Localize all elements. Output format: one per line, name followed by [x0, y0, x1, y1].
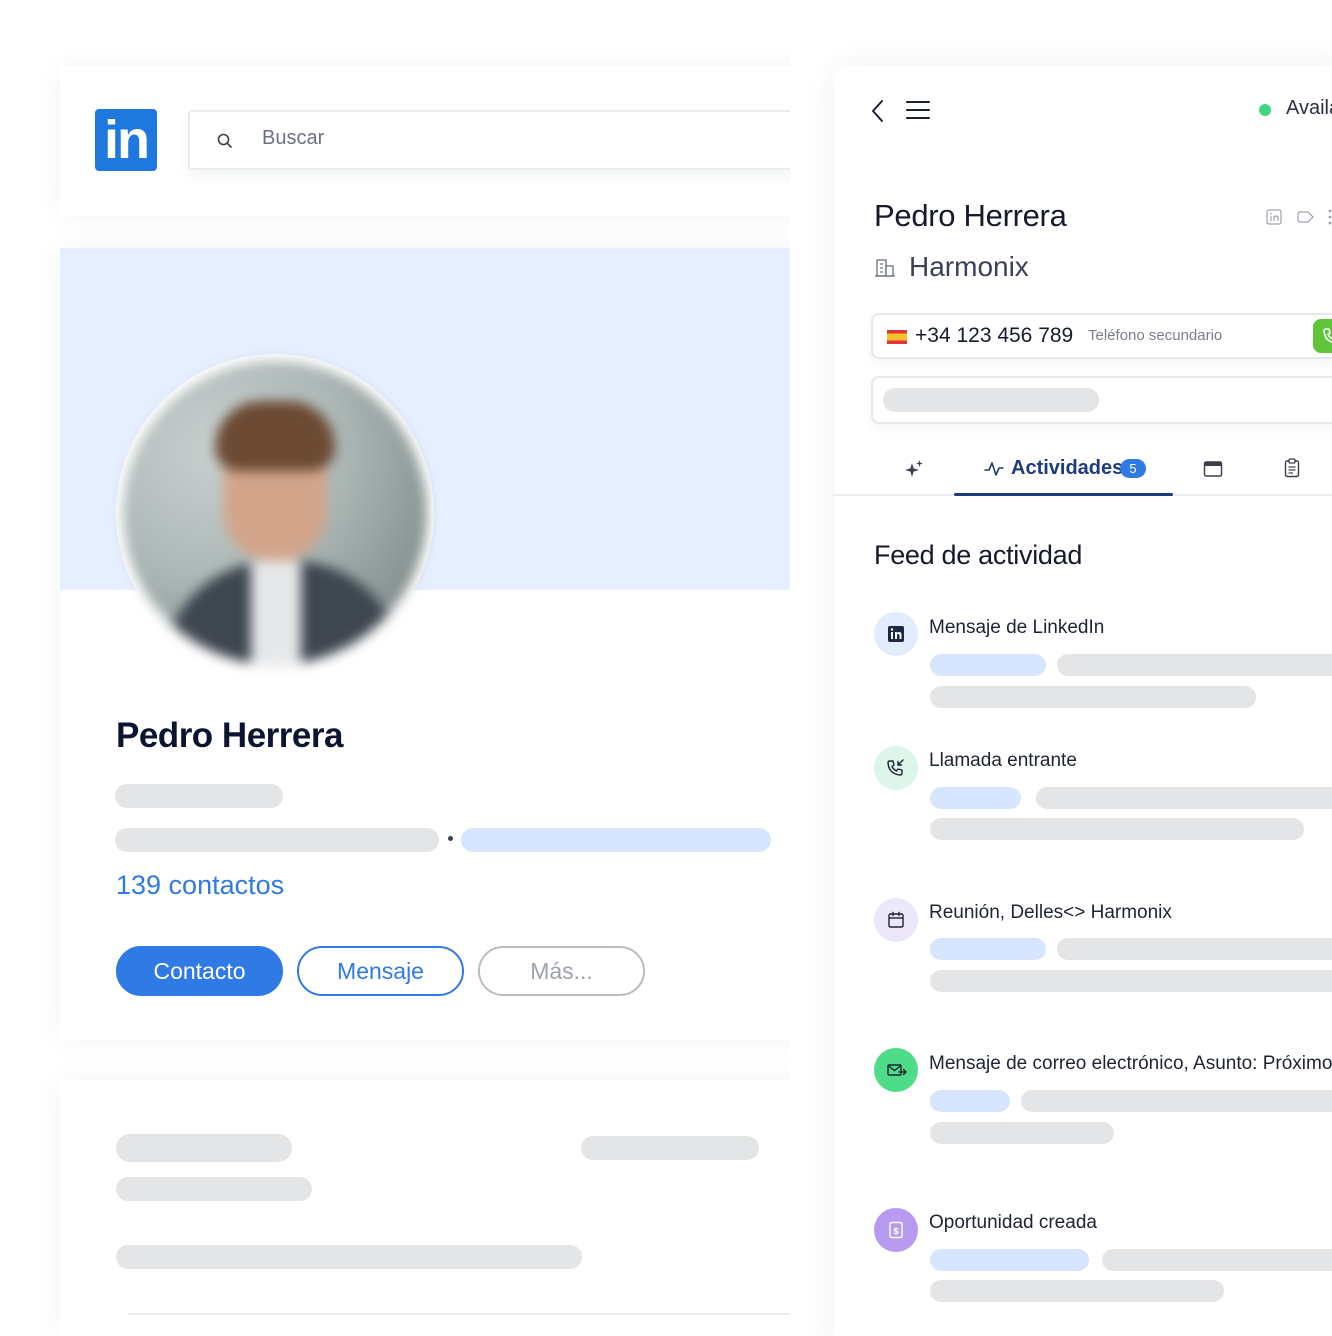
skeleton-feed-text — [1102, 1249, 1332, 1271]
hamburger-menu-icon[interactable] — [906, 100, 930, 120]
profile-section-card — [60, 1080, 790, 1336]
feed-title: Feed de actividad — [874, 540, 1083, 570]
skeleton-feed-text — [930, 970, 1332, 992]
skeleton-feed-text — [930, 1122, 1114, 1144]
profile-card: Pedro Herrera 139 contactos Contacto Men… — [60, 248, 790, 1040]
feed-item-icon-opportunity: $ — [874, 1208, 918, 1252]
back-arrow-icon[interactable] — [868, 98, 888, 124]
tag-icon[interactable] — [1297, 210, 1315, 224]
spain-flag-icon — [887, 330, 907, 344]
message-button[interactable]: Mensaje — [297, 946, 464, 996]
skeleton-feed-text — [1057, 938, 1332, 960]
company-name[interactable]: Harmonix — [909, 251, 1029, 283]
sparkle-icon[interactable] — [904, 459, 924, 479]
contact-name: Pedro Herrera — [874, 198, 1067, 233]
skeleton-headline — [115, 784, 283, 808]
linkedin-icon[interactable] — [1266, 209, 1282, 225]
contact-button[interactable]: Contacto — [116, 946, 283, 996]
phone-number: +34 123 456 789 — [915, 324, 1074, 347]
skeleton-feed-text — [930, 818, 1304, 840]
skeleton-section-subtitle — [116, 1177, 312, 1201]
feed-item-icon-linkedin — [874, 612, 918, 656]
skeleton-field-value — [883, 388, 1099, 412]
linkedin-icon — [888, 626, 904, 642]
profile-photo — [123, 361, 427, 665]
divider — [128, 1313, 790, 1315]
feed-item-icon-meeting — [874, 898, 918, 942]
feed-item-label[interactable]: Mensaje de correo electrónico, Asunto: P… — [929, 1053, 1332, 1075]
svg-text:$: $ — [893, 1227, 899, 1237]
active-tab-indicator — [954, 493, 1173, 496]
status-indicator-dot — [1259, 104, 1271, 116]
clipboard-icon[interactable] — [1284, 458, 1300, 478]
skeleton-contact-info-link — [461, 828, 771, 852]
search-bar[interactable]: Buscar — [188, 110, 790, 170]
incoming-call-icon — [887, 759, 904, 776]
skeleton-feed-text — [1021, 1090, 1332, 1112]
skeleton-feed-date — [930, 1090, 1010, 1112]
feed-item-label[interactable]: Mensaje de LinkedIn — [929, 617, 1104, 639]
feed-item-icon-call — [874, 746, 918, 790]
dollar-doc-icon: $ — [889, 1221, 903, 1239]
linkedin-profile-window: in Buscar Pedro Herrera 139 contactos Co… — [0, 0, 790, 1336]
feed-item-label[interactable]: Reunión, Delles<> Harmonix — [929, 902, 1172, 924]
tab-activities[interactable]: Actividades — [1011, 457, 1123, 480]
feed-item-icon-email — [874, 1048, 918, 1092]
skeleton-feed-date — [930, 938, 1046, 960]
calendar-icon — [888, 911, 904, 928]
skeleton-location — [115, 828, 439, 852]
skeleton-feed-text — [1057, 654, 1332, 676]
contacts-count-link[interactable]: 139 contactos — [116, 870, 284, 901]
skeleton-section-body — [116, 1245, 582, 1269]
phone-icon — [1323, 328, 1332, 343]
profile-name: Pedro Herrera — [116, 716, 343, 755]
activity-pulse-icon[interactable] — [984, 460, 1004, 478]
skeleton-feed-text — [930, 1280, 1224, 1302]
secondary-field[interactable] — [871, 376, 1332, 424]
phone-field[interactable]: +34 123 456 789 Teléfono secundario — [871, 313, 1332, 359]
skeleton-feed-date — [930, 1249, 1089, 1271]
status-label[interactable]: Available — [1286, 97, 1332, 120]
search-input[interactable]: Buscar — [262, 127, 324, 150]
avatar[interactable] — [116, 354, 434, 672]
crm-sidebar-panel: Available Pedro Herrera Harmonix +34 123… — [834, 66, 1332, 1336]
feed-item-label[interactable]: Llamada entrante — [929, 750, 1077, 772]
more-options-icon[interactable] — [1328, 209, 1332, 225]
skeleton-section-title — [116, 1134, 292, 1162]
phone-type-label: Teléfono secundario — [1088, 327, 1223, 344]
search-icon — [217, 133, 232, 148]
skeleton-feed-text — [1036, 787, 1332, 809]
card-icon[interactable] — [1203, 460, 1223, 478]
activities-count-badge: 5 — [1120, 459, 1146, 478]
more-button[interactable]: Más... — [478, 946, 645, 996]
building-icon — [875, 259, 895, 277]
linkedin-logo[interactable]: in — [95, 109, 157, 171]
skeleton-feed-date — [930, 787, 1021, 809]
linkedin-header: in Buscar — [60, 66, 790, 216]
feed-item-label[interactable]: Oportunidad creada — [929, 1212, 1097, 1234]
skeleton-feed-text — [930, 686, 1256, 708]
skeleton-feed-date — [930, 654, 1046, 676]
skeleton-section-action — [581, 1136, 759, 1160]
separator-dot — [448, 836, 453, 841]
call-button[interactable] — [1313, 319, 1332, 353]
email-icon — [887, 1064, 907, 1076]
